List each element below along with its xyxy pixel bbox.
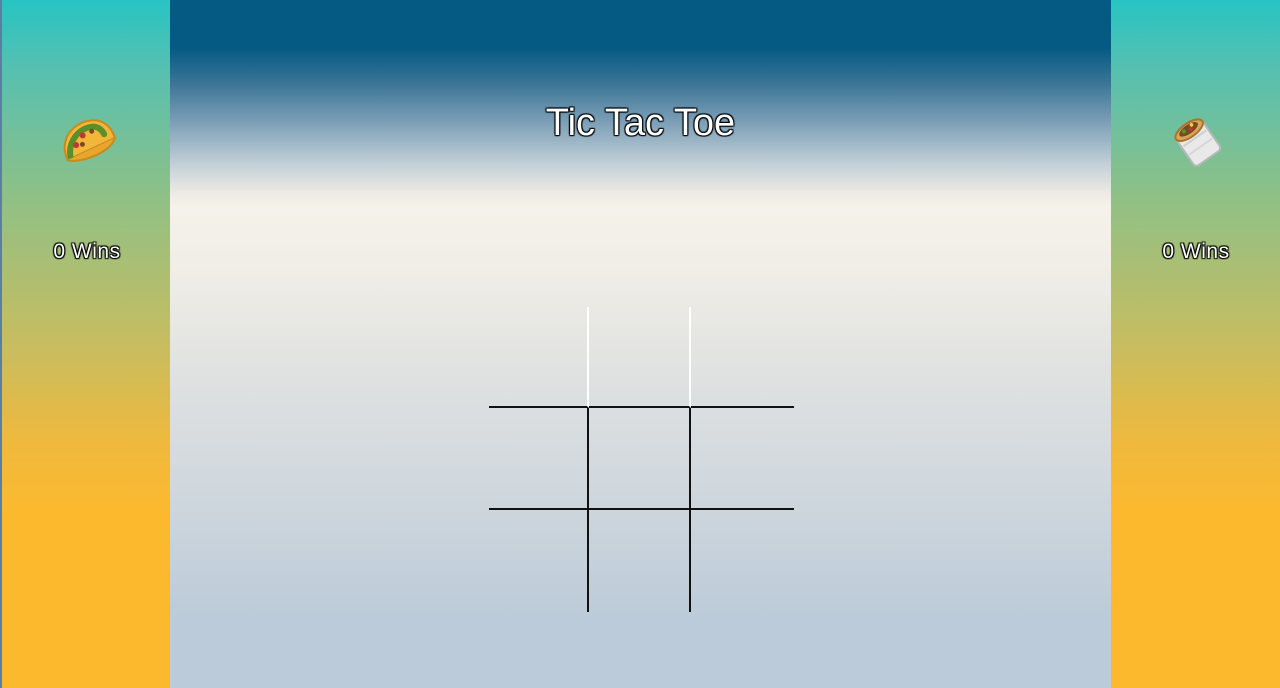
taco-icon — [2, 108, 172, 172]
board-cell-9[interactable] — [691, 510, 794, 612]
right-player-panel: 0 Wins — [1111, 0, 1280, 688]
board-cell-3[interactable] — [691, 307, 794, 408]
board-cell-1[interactable] — [489, 307, 589, 408]
board-cell-6[interactable] — [691, 408, 794, 510]
game-area: Tic Tac Toe — [170, 0, 1111, 688]
page-title: Tic Tac Toe — [545, 102, 736, 144]
board-cell-5[interactable] — [589, 408, 691, 510]
tic-tac-toe-board — [489, 307, 794, 612]
board-cell-8[interactable] — [589, 510, 691, 612]
board-cell-2[interactable] — [589, 307, 691, 408]
burrito-icon — [1111, 108, 1280, 172]
left-player-panel: 0 Wins — [0, 0, 170, 688]
left-wins-count: 0 Wins — [53, 240, 121, 263]
game-screen: 0 Wins Tic Tac Toe 0 Wins — [0, 0, 1280, 688]
board-cell-4[interactable] — [489, 408, 589, 510]
board-cell-7[interactable] — [489, 510, 589, 612]
right-wins-count: 0 Wins — [1162, 240, 1230, 263]
